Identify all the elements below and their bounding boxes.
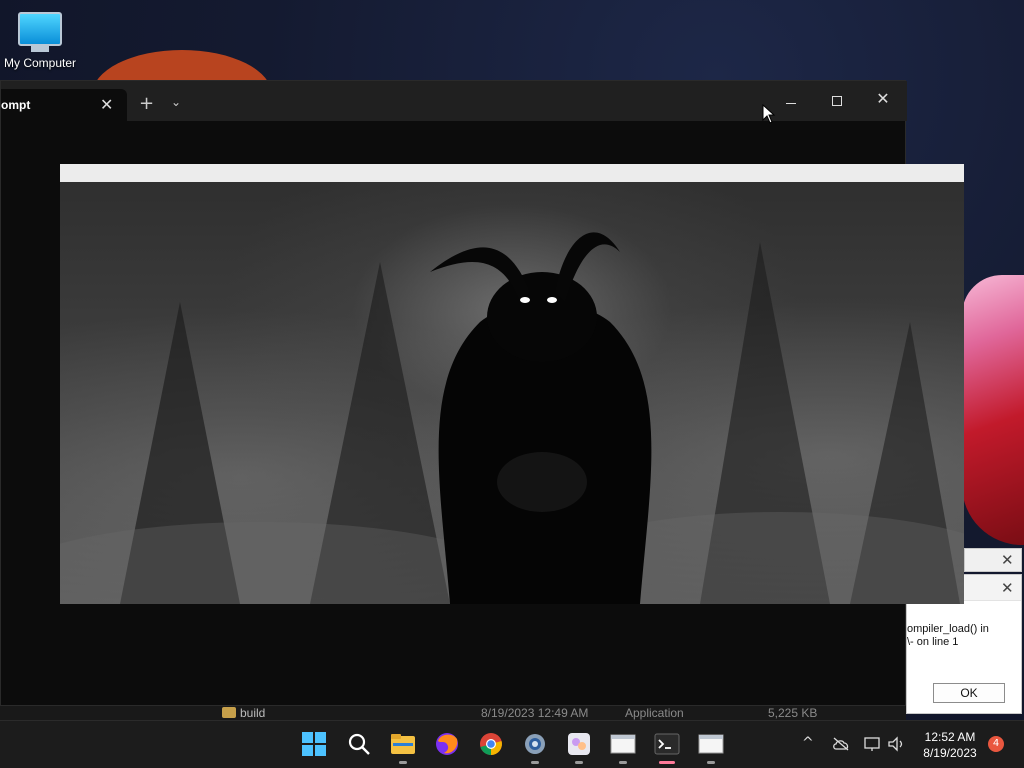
- taskbar-running-indicator: [707, 761, 715, 764]
- taskbar: ^ 12:52 AM 8/19/2023 4: [0, 720, 1024, 768]
- terminal-icon[interactable]: [654, 731, 680, 757]
- dialog-close-icon[interactable]: ✕: [1001, 579, 1014, 597]
- chevron-up-icon[interactable]: ^: [802, 735, 814, 751]
- tab-label: ompt: [1, 98, 31, 112]
- minimize-button[interactable]: [771, 89, 811, 113]
- monitor-stand: [31, 46, 49, 52]
- dialog-close-icon[interactable]: ✕: [1001, 551, 1014, 569]
- taskbar-running-indicator: [531, 761, 539, 764]
- clock-date: 8/19/2023: [923, 746, 977, 760]
- onedrive-icon[interactable]: [832, 737, 850, 751]
- volume-icon[interactable]: [887, 736, 905, 752]
- creature-illustration: [60, 232, 964, 604]
- file-explorer-icon[interactable]: [390, 731, 416, 757]
- firefox-icon[interactable]: [434, 731, 460, 757]
- file-date: 8/19/2023 12:49 AM: [481, 706, 589, 720]
- settings-icon[interactable]: [522, 731, 548, 757]
- maximize-icon: [832, 96, 842, 106]
- minimize-icon: [786, 103, 796, 104]
- file-name: build: [240, 706, 266, 720]
- clock-time: 12:52 AM: [924, 730, 976, 744]
- search-icon[interactable]: [346, 731, 372, 757]
- new-tab-button[interactable]: +: [139, 93, 154, 114]
- system-clock[interactable]: 12:52 AM 8/19/2023: [915, 729, 985, 761]
- paint-icon[interactable]: [566, 731, 592, 757]
- viewer-titlebar[interactable]: [60, 164, 964, 182]
- desktop-icon-my-computer[interactable]: My Computer: [0, 8, 80, 70]
- file-list-row[interactable]: build 8/19/2023 12:49 AM Application 5,2…: [0, 706, 906, 720]
- close-button[interactable]: ✕: [863, 89, 903, 113]
- image-viewer-window[interactable]: [60, 164, 964, 604]
- window-icon[interactable]: [610, 731, 636, 757]
- monitor-icon: [18, 12, 62, 46]
- dialog-message: ompiler_load() in \- on line 1: [907, 623, 1023, 649]
- ok-button[interactable]: OK: [933, 683, 1005, 703]
- chrome-icon[interactable]: [478, 731, 504, 757]
- tab-dropdown-icon[interactable]: ⌄: [171, 95, 181, 109]
- taskbar-running-indicator: [575, 761, 583, 764]
- taskbar-running-indicator: [619, 761, 627, 764]
- maximize-button[interactable]: [817, 89, 857, 113]
- app-file-icon: [222, 707, 236, 718]
- file-size: 5,225 KB: [768, 706, 818, 720]
- tab-close-icon[interactable]: ✕: [100, 95, 113, 114]
- window-icon-2[interactable]: [698, 731, 724, 757]
- notification-badge[interactable]: 4: [988, 736, 1004, 752]
- mouse-cursor-icon: [762, 104, 776, 124]
- network-icon[interactable]: [863, 736, 881, 752]
- terminal-tab[interactable]: ompt ✕: [1, 89, 127, 121]
- dialog-message-line: ompiler_load() in: [907, 623, 989, 635]
- taskbar-active-indicator: [659, 761, 675, 764]
- taskbar-running-indicator: [399, 761, 407, 764]
- creature-image: [60, 182, 964, 604]
- start-icon[interactable]: [301, 731, 327, 757]
- dialog-message-line: \- on line 1: [907, 636, 959, 648]
- file-type: Application: [625, 706, 684, 720]
- desktop-icon-label: My Computer: [3, 56, 77, 70]
- wallpaper-swirl: [962, 275, 1024, 545]
- dialog-behind[interactable]: ✕: [964, 548, 1022, 572]
- close-icon: ✕: [876, 89, 890, 108]
